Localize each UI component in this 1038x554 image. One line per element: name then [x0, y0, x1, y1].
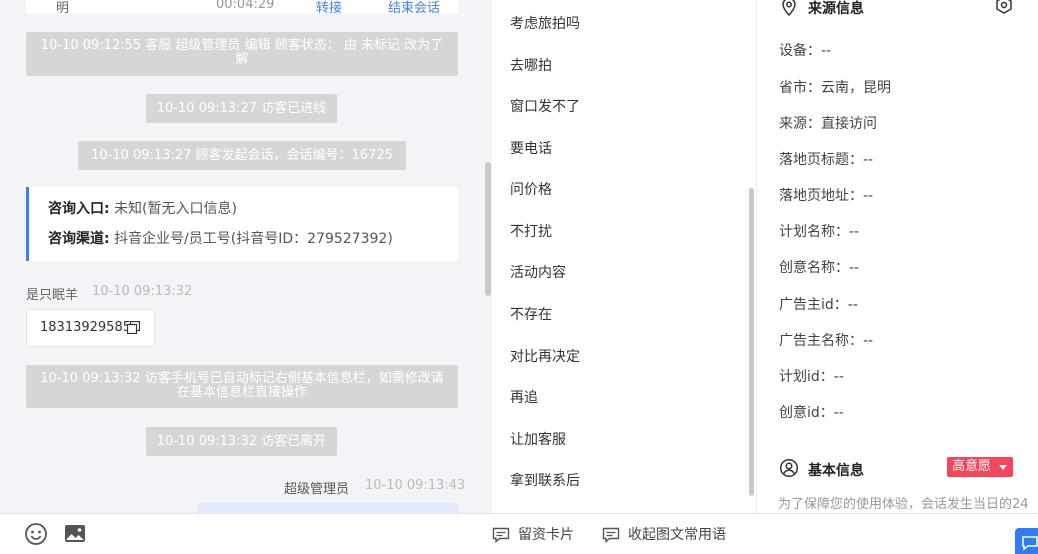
customer-info-panel: 来源信息 设备：-- 省市：云南，昆明 来源：直接访问 落地页标题：-- 落地页… [756, 0, 1038, 513]
chat-scrollbar[interactable] [485, 162, 491, 296]
source-row-label: 省市： [779, 80, 821, 96]
collapse-phrases-button[interactable]: 收起图文常用语 [602, 526, 732, 544]
message-icon [492, 527, 510, 543]
agent-message-bubble[interactable] [198, 503, 458, 513]
phrase-item[interactable]: 拿到联系后 [510, 470, 580, 490]
source-row-label: 落地页地址： [779, 188, 863, 204]
smiley-icon[interactable] [24, 522, 48, 546]
source-row-landing-url: 落地页地址：-- [779, 185, 873, 205]
transfer-link[interactable]: 转接 [316, 0, 342, 16]
source-row-value: -- [847, 297, 858, 313]
source-row-label: 设备： [779, 43, 821, 59]
phrase-scrollbar[interactable] [749, 188, 754, 496]
agent-message-time: 10-10 09:13:43 [365, 478, 466, 493]
source-info-title: 来源信息 [808, 1, 864, 17]
intent-level-label: 高意愿 [952, 459, 992, 474]
caret-down-icon [999, 465, 1007, 470]
source-row-label: 创意id： [779, 405, 834, 421]
collapse-phrases-label: 收起图文常用语 [628, 527, 726, 543]
phrase-item[interactable]: 活动内容 [510, 262, 566, 282]
system-message: 10-10 09:13:32 访客手机号已自动标记右侧基本信息栏，如需修改请在基… [26, 365, 458, 408]
source-row-label: 来源： [779, 116, 821, 132]
input-toolbar: 留资卡片 收起图文常用语 [0, 513, 1038, 554]
source-row-value: -- [863, 188, 874, 204]
intent-level-dropdown[interactable]: 高意愿 [947, 457, 1013, 477]
visitor-name: 是只眠羊 [26, 288, 79, 303]
phrase-item[interactable]: 窗口发不了 [510, 96, 580, 116]
system-message: 10-10 09:13:27 顾客发起会话，会话编号：16725 [78, 141, 406, 170]
phrase-item[interactable]: 要电话 [510, 138, 552, 158]
agent-name: 超级管理员 [284, 482, 350, 497]
lead-card-button[interactable]: 留资卡片 [492, 526, 582, 544]
consult-channel-value: 抖音企业号/员工号(抖音号ID：279527392) [114, 231, 393, 247]
visitor-message-bubble[interactable]: 18313929585 [26, 309, 155, 347]
system-message: 10-10 09:13:32 访客已离开 [146, 427, 337, 456]
image-icon[interactable] [63, 522, 87, 546]
source-row-value: -- [833, 369, 844, 385]
source-row-value: -- [821, 43, 832, 59]
source-row-device: 设备：-- [779, 40, 831, 60]
session-header-card: 明 00:04:29 转接 结束会话 [26, 0, 458, 16]
source-row-value: 云南，昆明 [821, 80, 891, 96]
source-row-creative-name: 创意名称：-- [779, 257, 859, 277]
user-circle-icon [779, 458, 799, 478]
visitor-phone-text: 18313929585 [40, 320, 131, 335]
chat-workspace: 明 00:04:29 转接 结束会话 10-10 09:12:55 客服 超级管… [0, 0, 1038, 554]
settings-icon[interactable] [994, 0, 1014, 15]
system-message: 10-10 09:13:27 访客已进线 [146, 94, 337, 123]
source-row-label: 计划id： [779, 369, 834, 385]
end-session-link[interactable]: 结束会话 [388, 0, 440, 16]
source-row-value: -- [863, 152, 874, 168]
source-row-value: -- [849, 260, 860, 276]
source-row-creative-id: 创意id：-- [779, 402, 844, 422]
source-row-landing-title: 落地页标题：-- [779, 149, 873, 169]
basic-info-title: 基本信息 [808, 463, 864, 479]
phrase-item[interactable]: 不存在 [510, 304, 552, 324]
source-row-label: 计划名称： [779, 224, 849, 240]
source-row-origin: 来源：直接访问 [779, 113, 877, 133]
copy-icon[interactable] [127, 321, 140, 334]
lead-card-label: 留资卡片 [518, 527, 574, 543]
consult-channel-row: 咨询渠道: 抖音企业号/员工号(抖音号ID：279527392) [48, 229, 393, 249]
consult-entry-card: 咨询入口: 未知(暂无入口信息) 咨询渠道: 抖音企业号/员工号(抖音号ID：2… [26, 187, 458, 261]
chat-history[interactable]: 明 00:04:29 转接 结束会话 10-10 09:12:55 客服 超级管… [0, 0, 492, 513]
message-icon [602, 527, 620, 543]
source-row-plan-name: 计划名称：-- [779, 221, 859, 241]
phrase-item[interactable]: 问价格 [510, 179, 552, 199]
chat-pane: 明 00:04:29 转接 结束会话 10-10 09:12:55 客服 超级管… [0, 0, 492, 554]
source-row-label: 广告主id： [779, 297, 848, 313]
source-row-plan-id: 计划id：-- [779, 366, 844, 386]
phrase-item[interactable]: 让加客服 [510, 429, 566, 449]
chat-bubble-icon [1022, 536, 1038, 551]
source-row-advertiser-name: 广告主名称：-- [779, 330, 873, 350]
system-message: 10-10 09:12:55 客服 超级管理员 编辑 顾客状态： 由 未标记 改… [26, 32, 458, 76]
source-row-region: 省市：云南，昆明 [779, 77, 891, 97]
consult-entry-value: 未知(暂无入口信息) [114, 201, 237, 217]
floating-chat-button[interactable] [1015, 528, 1038, 554]
phrase-item[interactable]: 去哪拍 [510, 55, 552, 75]
source-row-value: 直接访问 [821, 116, 877, 132]
phrase-item[interactable]: 对比再决定 [510, 346, 580, 366]
source-row-value: -- [849, 224, 860, 240]
source-row-value: -- [863, 333, 874, 349]
visitor-message-time: 10-10 09:13:32 [92, 284, 193, 299]
source-row-label: 落地页标题： [779, 152, 863, 168]
source-row-advertiser-id: 广告主id：-- [779, 294, 858, 314]
source-row-value: -- [833, 405, 844, 421]
phrase-item[interactable]: 再追 [510, 387, 538, 407]
consult-entry-row: 咨询入口: 未知(暂无入口信息) [48, 199, 237, 219]
session-duration: 00:04:29 [216, 0, 275, 12]
quick-phrase-list: 考虑旅拍吗 去哪拍 窗口发不了 要电话 问价格 不打扰 活动内容 不存在 对比再… [492, 0, 756, 513]
source-row-label: 广告主名称： [779, 333, 863, 349]
source-row-label: 创意名称： [779, 260, 849, 276]
consult-channel-label: 咨询渠道: [48, 231, 110, 247]
consult-entry-label: 咨询入口: [48, 201, 110, 217]
session-label: 明 [56, 1, 70, 16]
phrase-item[interactable]: 不打扰 [510, 221, 552, 241]
phrase-item[interactable]: 考虑旅拍吗 [510, 13, 580, 33]
location-pin-icon [782, 0, 796, 17]
